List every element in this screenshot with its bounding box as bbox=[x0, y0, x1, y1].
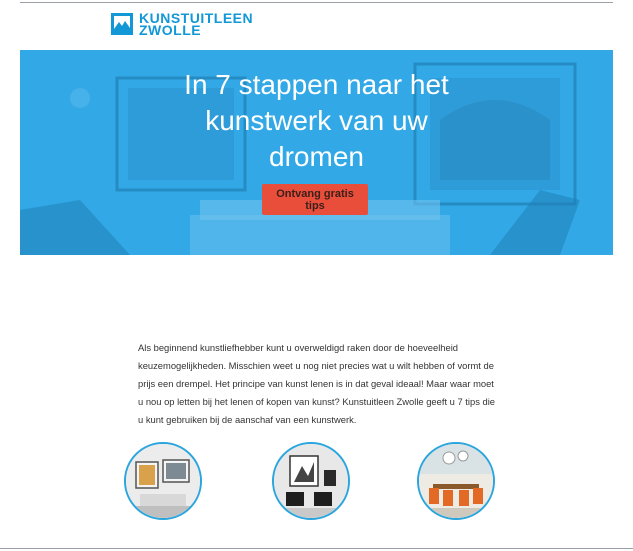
thumbnail-dining-room[interactable] bbox=[417, 442, 495, 520]
living-room-art-photo bbox=[126, 444, 200, 518]
top-divider bbox=[20, 2, 613, 3]
hero-title-line-1: In 7 stappen naar het bbox=[184, 69, 449, 100]
thumbnail-living-room[interactable] bbox=[124, 442, 202, 520]
free-tips-button[interactable]: Ontvang gratis tips bbox=[262, 184, 368, 215]
hero-title-line-3: dromen bbox=[269, 141, 364, 172]
dining-room-photo bbox=[419, 444, 493, 518]
bottom-divider bbox=[0, 548, 633, 549]
hero-title-line-2: kunstwerk van uw bbox=[205, 105, 428, 136]
logo-line-2: ZWOLLE bbox=[139, 22, 202, 38]
hero-title: In 7 stappen naar het kunstwerk van uw d… bbox=[20, 67, 613, 175]
hero-banner: In 7 stappen naar het kunstwerk van uw d… bbox=[20, 50, 613, 255]
intro-paragraph: Als beginnend kunstliefhebber kunt u ove… bbox=[138, 342, 496, 425]
framed-landscape-icon bbox=[110, 12, 134, 36]
logo-text: KUNSTUITLEEN ZWOLLE bbox=[139, 11, 253, 38]
thumbnail-gallery-room[interactable] bbox=[272, 442, 350, 520]
site-logo[interactable]: KUNSTUITLEEN ZWOLLE bbox=[110, 10, 253, 38]
gallery-room-photo bbox=[274, 444, 348, 518]
